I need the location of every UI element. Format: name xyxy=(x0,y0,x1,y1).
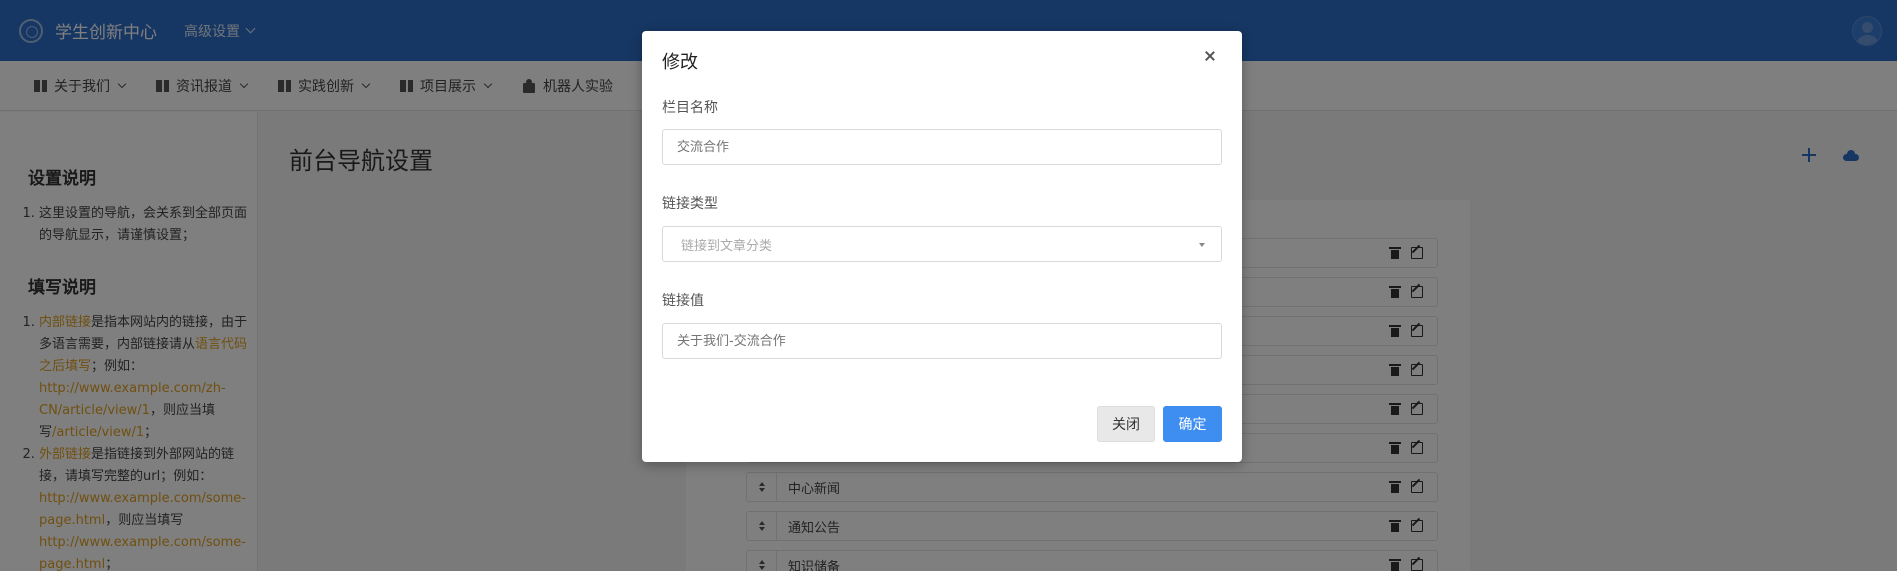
confirm-button[interactable]: 确定 xyxy=(1163,406,1222,442)
caret-down-icon xyxy=(1199,243,1205,247)
modal-title: 修改 xyxy=(662,52,698,73)
value-label: 链接值 xyxy=(662,293,704,309)
close-icon[interactable] xyxy=(1202,48,1218,64)
close-button[interactable]: 关闭 xyxy=(1097,406,1155,442)
type-label: 链接类型 xyxy=(662,196,718,212)
edit-modal: 修改 栏目名称 链接类型 链接到文章分类 链接值 关闭 确定 xyxy=(642,31,1242,462)
link-type-value: 链接到文章分类 xyxy=(681,238,773,254)
link-value-input[interactable] xyxy=(662,323,1222,359)
name-label: 栏目名称 xyxy=(662,100,718,116)
column-name-input[interactable] xyxy=(662,129,1222,165)
link-type-select[interactable]: 链接到文章分类 xyxy=(662,226,1222,262)
